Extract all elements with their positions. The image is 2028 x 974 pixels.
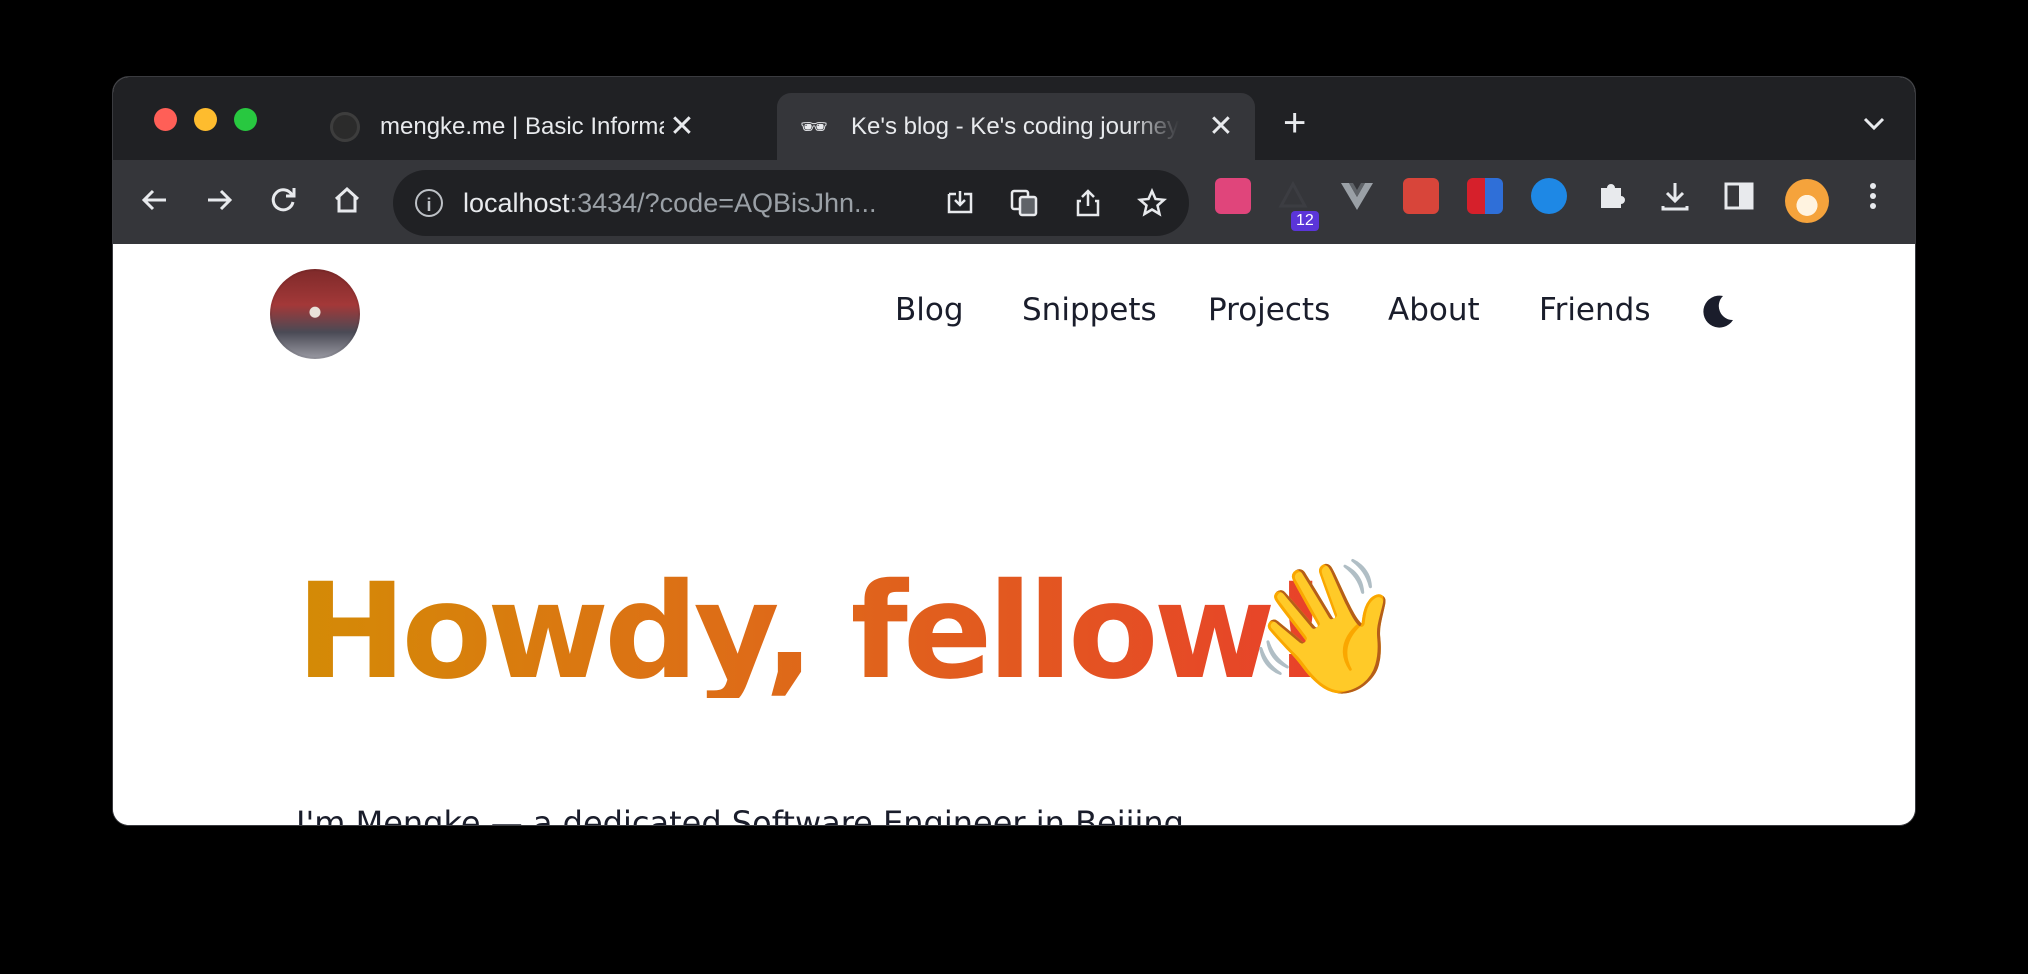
toolbar: i localhost:3434/?code=AQBisJhn... 12 — [113, 160, 1915, 244]
extension-badge: 12 — [1291, 211, 1319, 231]
hero-heading: Howdy, fellow! — [296, 555, 1331, 709]
profile-avatar[interactable] — [1785, 179, 1829, 223]
translator-extension-icon[interactable] — [1215, 178, 1251, 214]
home-icon — [334, 186, 360, 213]
info-icon[interactable]: i — [415, 189, 443, 217]
kebab-menu-icon[interactable] — [1855, 178, 1891, 214]
side-panel-icon[interactable] — [1721, 178, 1757, 214]
puzzle-icon[interactable] — [1593, 178, 1629, 214]
install-app-icon[interactable] — [945, 188, 975, 218]
arrow-left-icon — [141, 189, 166, 211]
chevron-down-icon — [1863, 117, 1885, 131]
url-text[interactable]: localhost:3434/?code=AQBisJhn... — [463, 188, 877, 219]
vue-devtools-icon[interactable] — [1339, 178, 1375, 214]
forward-button[interactable] — [197, 178, 241, 222]
address-bar[interactable]: i localhost:3434/?code=AQBisJhn... — [393, 170, 1189, 236]
waving-hand-emoji: 👋 — [1245, 554, 1407, 700]
url-rest: :3434/?code=AQBisJhn... — [569, 187, 877, 218]
theme-toggle-button[interactable] — [1697, 292, 1737, 337]
star-icon[interactable] — [1137, 188, 1167, 218]
close-tab-icon[interactable]: ✕ — [1203, 109, 1239, 144]
nav-projects[interactable]: Projects — [1208, 292, 1330, 328]
tab-kes-blog[interactable]: 🕶 Ke's blog - Ke's coding journey ✕ — [777, 93, 1255, 160]
maximize-window-button[interactable] — [234, 108, 257, 131]
nav-blog[interactable]: Blog — [895, 292, 964, 328]
home-button[interactable] — [325, 178, 369, 222]
sunglasses-favicon-icon: 🕶 — [800, 113, 828, 139]
fe-helper-icon[interactable] — [1467, 178, 1503, 214]
site-logo-avatar[interactable] — [270, 269, 360, 359]
reload-icon — [271, 188, 296, 212]
new-tab-button[interactable]: + — [1283, 103, 1306, 143]
nav-snippets[interactable]: Snippets — [1022, 292, 1157, 328]
web-page: Blog Snippets Projects About Friends How… — [113, 244, 1915, 825]
reload-button[interactable] — [261, 178, 305, 222]
translate-icon[interactable] — [1009, 188, 1039, 218]
url-host: localhost — [463, 187, 570, 218]
extension-icon[interactable] — [1275, 178, 1311, 214]
spotify-favicon-icon — [330, 111, 360, 142]
code-extension-icon[interactable] — [1531, 178, 1567, 214]
download-icon[interactable] — [1657, 178, 1693, 214]
vue-icon — [1341, 183, 1373, 210]
back-button[interactable] — [133, 178, 177, 222]
moon-icon — [1703, 295, 1733, 328]
tab-title: Ke's blog - Ke's coding journey — [851, 112, 1180, 140]
share-icon[interactable] — [1073, 188, 1103, 218]
close-tab-icon[interactable]: ✕ — [664, 109, 700, 144]
browser-window: mengke.me | Basic Information ✕ 🕶 Ke's b… — [113, 77, 1915, 825]
close-window-button[interactable] — [154, 108, 177, 131]
tab-basic-information[interactable]: mengke.me | Basic Information ✕ — [318, 93, 712, 160]
tab-strip: mengke.me | Basic Information ✕ 🕶 Ke's b… — [113, 77, 1915, 160]
react-devtools-icon[interactable] — [1403, 178, 1439, 214]
triangle-icon — [1278, 180, 1308, 208]
minimize-window-button[interactable] — [194, 108, 217, 131]
nav-friends[interactable]: Friends — [1539, 292, 1650, 328]
tab-title: mengke.me | Basic Information — [380, 112, 664, 140]
intro-text: I'm Mengke — a dedicated Software Engine… — [296, 804, 1184, 825]
nav-about[interactable]: About — [1388, 292, 1480, 328]
tab-search-button[interactable] — [1863, 111, 1885, 137]
arrow-right-icon — [208, 189, 233, 211]
